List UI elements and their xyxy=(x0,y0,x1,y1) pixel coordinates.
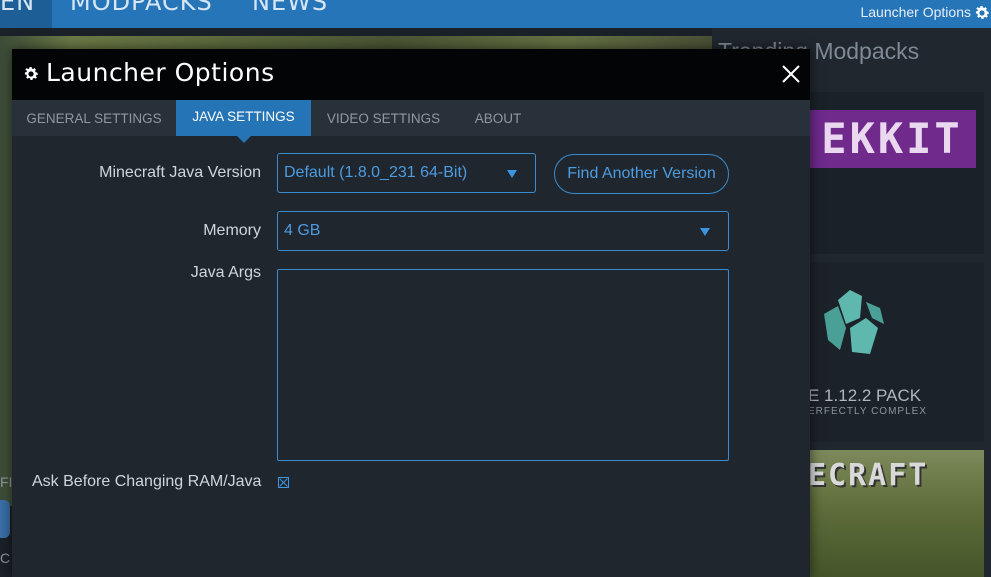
memory-value: 4 GB xyxy=(284,222,321,239)
java-args-textarea[interactable] xyxy=(277,269,729,461)
modpack-tagline: ERFECTLY COMPLEX xyxy=(808,406,927,417)
nav-item-news[interactable]: NEWS xyxy=(252,0,328,16)
tab-general-settings[interactable]: GENERAL SETTINGS xyxy=(12,100,176,136)
find-another-version-button[interactable]: Find Another Version xyxy=(554,154,729,194)
chevron-down-icon xyxy=(700,228,710,236)
nav-item-modpacks[interactable]: MODPACKS xyxy=(70,0,213,16)
nav-item-fragment[interactable]: EN xyxy=(0,0,35,16)
close-icon[interactable] xyxy=(780,63,802,85)
memory-select[interactable]: 4 GB xyxy=(277,211,729,251)
java-args-label: Java Args xyxy=(190,264,261,281)
top-nav-bar: EN MODPACKS NEWS Launcher Options xyxy=(0,0,991,28)
launcher-options-dialog: Launcher Options GENERAL SETTINGS JAVA S… xyxy=(12,49,810,577)
settings-tabs: GENERAL SETTINGS JAVA SETTINGS VIDEO SET… xyxy=(12,100,810,143)
chevron-down-icon xyxy=(507,170,517,178)
modpack-logo: EKKIT xyxy=(808,110,976,168)
java-version-label: Minecraft Java Version xyxy=(99,164,261,181)
gear-icon[interactable] xyxy=(973,4,991,22)
gear-icon xyxy=(24,66,39,80)
ask-before-changing-checkbox[interactable] xyxy=(278,477,289,488)
modpack-logo: ECRAFT xyxy=(808,458,929,493)
ask-before-changing-label: Ask Before Changing RAM/Java xyxy=(32,473,262,490)
left-text-fragment: FI xyxy=(0,474,13,490)
tab-video-settings[interactable]: VIDEO SETTINGS xyxy=(311,100,456,136)
modpack-name: E 1.12.2 PACK xyxy=(808,386,922,405)
modpack-tile[interactable]: E 1.12.2 PACK ERFECTLY COMPLEX xyxy=(808,262,984,442)
memory-label: Memory xyxy=(203,222,261,239)
left-button-fragment[interactable] xyxy=(0,500,10,538)
tab-java-settings[interactable]: JAVA SETTINGS xyxy=(176,100,311,143)
modpack-tile[interactable]: EKKIT xyxy=(808,92,984,254)
java-version-value: Default (1.8.0_231 64-Bit) xyxy=(284,164,468,181)
launcher-options-link[interactable]: Launcher Options xyxy=(860,4,971,20)
crystal-icon xyxy=(824,290,884,354)
dialog-titlebar: Launcher Options xyxy=(12,49,810,100)
tab-about[interactable]: ABOUT xyxy=(456,100,540,136)
modpack-tile[interactable]: ECRAFT xyxy=(808,450,984,577)
java-version-select[interactable]: Default (1.8.0_231 64-Bit) xyxy=(277,153,536,193)
dialog-title: Launcher Options xyxy=(46,58,275,87)
left-text-fragment-2: C xyxy=(0,550,11,566)
